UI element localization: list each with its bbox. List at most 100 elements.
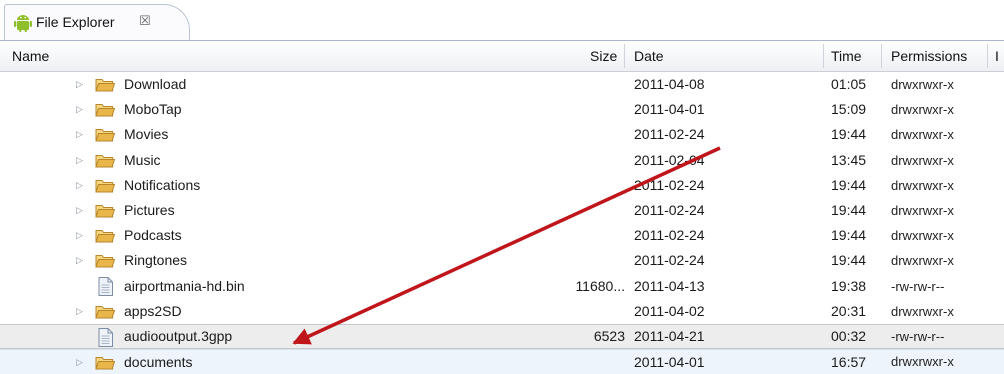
- row-name: Movies: [124, 126, 169, 142]
- table-row[interactable]: ▷ Music 2011-02-04 13:45 drwxrwxr-x: [0, 148, 1004, 173]
- column-divider[interactable]: [624, 44, 625, 68]
- table-row[interactable]: ▷ MoboTap 2011-04-01 15:09 drwxrwxr-x: [0, 97, 1004, 122]
- column-divider[interactable]: [987, 44, 988, 68]
- row-name: Download: [124, 76, 187, 92]
- folder-icon: [95, 357, 115, 370]
- table-row[interactable]: ▷ Ringtones 2011-02-24 19:44 drwxrwxr-x: [0, 248, 1004, 273]
- row-permissions: drwxrwxr-x: [891, 304, 954, 319]
- row-name: MoboTap: [124, 101, 182, 117]
- row-time: 01:05: [831, 76, 867, 92]
- tree-expander-icon[interactable]: ▷: [76, 122, 86, 147]
- tree-expander-icon[interactable]: ▷: [76, 223, 86, 248]
- folder-icon: [95, 205, 115, 218]
- column-divider[interactable]: [881, 44, 882, 68]
- row-name: Pictures: [124, 202, 175, 218]
- row-date: 2011-02-24: [634, 177, 705, 193]
- row-time: 00:32: [831, 328, 867, 344]
- tab-title: File Explorer: [36, 14, 115, 30]
- table-header: Name Size Date Time Permissions I: [0, 41, 1004, 72]
- column-divider[interactable]: [823, 44, 824, 68]
- folder-icon: [95, 79, 115, 92]
- table-row[interactable]: audiooutput.3gpp 6523 2011-04-21 00:32 -rw-r…: [0, 324, 1004, 349]
- row-date: 2011-04-13: [634, 278, 705, 294]
- folder-icon: [95, 306, 115, 319]
- row-date: 2011-04-02: [634, 303, 705, 319]
- android-icon: [14, 15, 32, 32]
- row-size: 11680...: [575, 278, 625, 294]
- column-header-date[interactable]: Date: [634, 41, 664, 71]
- tree-expander-icon[interactable]: ▷: [76, 350, 86, 374]
- row-date: 2011-02-24: [634, 126, 705, 142]
- table-row[interactable]: ▷ Podcasts 2011-02-24 19:44 drwxrwxr-x: [0, 223, 1004, 248]
- row-time: 19:44: [831, 177, 867, 193]
- row-permissions: drwxrwxr-x: [891, 153, 954, 168]
- row-permissions: drwxrwxr-x: [891, 77, 954, 92]
- folder-icon: [95, 129, 115, 142]
- row-date: 2011-02-24: [634, 252, 705, 268]
- column-header-size[interactable]: Size: [590, 41, 617, 71]
- table-row[interactable]: airportmania-hd.bin 11680... 2011-04-13 19:…: [0, 274, 1004, 299]
- row-time: 19:44: [831, 227, 867, 243]
- row-date: 2011-02-24: [634, 202, 705, 218]
- row-permissions: -rw-rw-r--: [891, 279, 945, 294]
- tab-file-explorer[interactable]: File Explorer ☒: [4, 4, 190, 40]
- folder-icon: [95, 155, 115, 168]
- close-icon[interactable]: ☒: [139, 13, 151, 29]
- tree-expander-icon[interactable]: ▷: [76, 148, 86, 173]
- row-date: 2011-04-08: [634, 76, 705, 92]
- folder-icon: [95, 255, 115, 268]
- row-name: Podcasts: [124, 227, 182, 243]
- table-row[interactable]: ▷ Notifications 2011-02-24 19:44 drwxrwxr-x: [0, 173, 1004, 198]
- row-time: 19:38: [831, 278, 867, 294]
- file-icon: [98, 277, 113, 296]
- tree-expander-icon[interactable]: ▷: [76, 72, 86, 97]
- view-tab-bar: File Explorer ☒: [0, 0, 1004, 41]
- row-permissions: drwxrwxr-x: [891, 203, 954, 218]
- row-permissions: -rw-rw-r--: [891, 329, 945, 344]
- row-time: 20:31: [831, 303, 867, 319]
- row-date: 2011-02-24: [634, 227, 705, 243]
- row-date: 2011-04-01: [634, 101, 705, 117]
- tree-expander-icon[interactable]: ▷: [76, 198, 86, 223]
- row-date: 2011-04-21: [634, 328, 705, 344]
- table-row[interactable]: ▷ Movies 2011-02-24 19:44 drwxrwxr-x: [0, 122, 1004, 147]
- row-name: Notifications: [124, 177, 201, 193]
- row-time: 16:57: [831, 354, 867, 370]
- row-permissions: drwxrwxr-x: [891, 127, 954, 142]
- row-name: documents: [124, 354, 193, 370]
- row-date: 2011-02-04: [634, 152, 705, 168]
- row-time: 15:09: [831, 101, 867, 117]
- row-permissions: drwxrwxr-x: [891, 253, 954, 268]
- column-header-name[interactable]: Name: [12, 41, 49, 71]
- row-name: audiooutput.3gpp: [124, 328, 233, 344]
- column-header-permissions[interactable]: Permissions: [891, 41, 967, 71]
- row-name: Ringtones: [124, 252, 188, 268]
- tree-expander-icon[interactable]: ▷: [76, 173, 86, 198]
- row-name: apps2SD: [124, 303, 182, 319]
- column-header-time[interactable]: Time: [831, 41, 862, 71]
- row-permissions: drwxrwxr-x: [891, 228, 954, 243]
- folder-icon: [95, 230, 115, 243]
- column-header-extra[interactable]: I: [995, 41, 999, 71]
- tree-expander-icon[interactable]: ▷: [76, 97, 86, 122]
- table-row[interactable]: ▷ apps2SD 2011-04-02 20:31 drwxrwxr-x: [0, 299, 1004, 324]
- row-permissions: drwxrwxr-x: [891, 354, 954, 369]
- row-name: airportmania-hd.bin: [124, 278, 245, 294]
- row-permissions: drwxrwxr-x: [891, 178, 954, 193]
- file-icon: [98, 328, 113, 347]
- row-time: 13:45: [831, 152, 867, 168]
- row-time: 19:44: [831, 252, 867, 268]
- row-time: 19:44: [831, 126, 867, 142]
- row-date: 2011-04-01: [634, 354, 705, 370]
- table-row[interactable]: ▷ Pictures 2011-02-24 19:44 drwxrwxr-x: [0, 198, 1004, 223]
- row-time: 19:44: [831, 202, 867, 218]
- tree-expander-icon[interactable]: ▷: [76, 248, 86, 273]
- table-row[interactable]: ▷ Download 2011-04-08 01:05 drwxrwxr-x: [0, 72, 1004, 97]
- table-row[interactable]: ▷ documents 2011-04-01 16:57 drwxrwxr-x: [0, 349, 1004, 374]
- row-size: 6523: [593, 328, 625, 344]
- folder-icon: [95, 104, 115, 117]
- folder-icon: [95, 180, 115, 193]
- row-name: Music: [124, 152, 161, 168]
- tree-expander-icon[interactable]: ▷: [76, 299, 86, 324]
- row-permissions: drwxrwxr-x: [891, 102, 954, 117]
